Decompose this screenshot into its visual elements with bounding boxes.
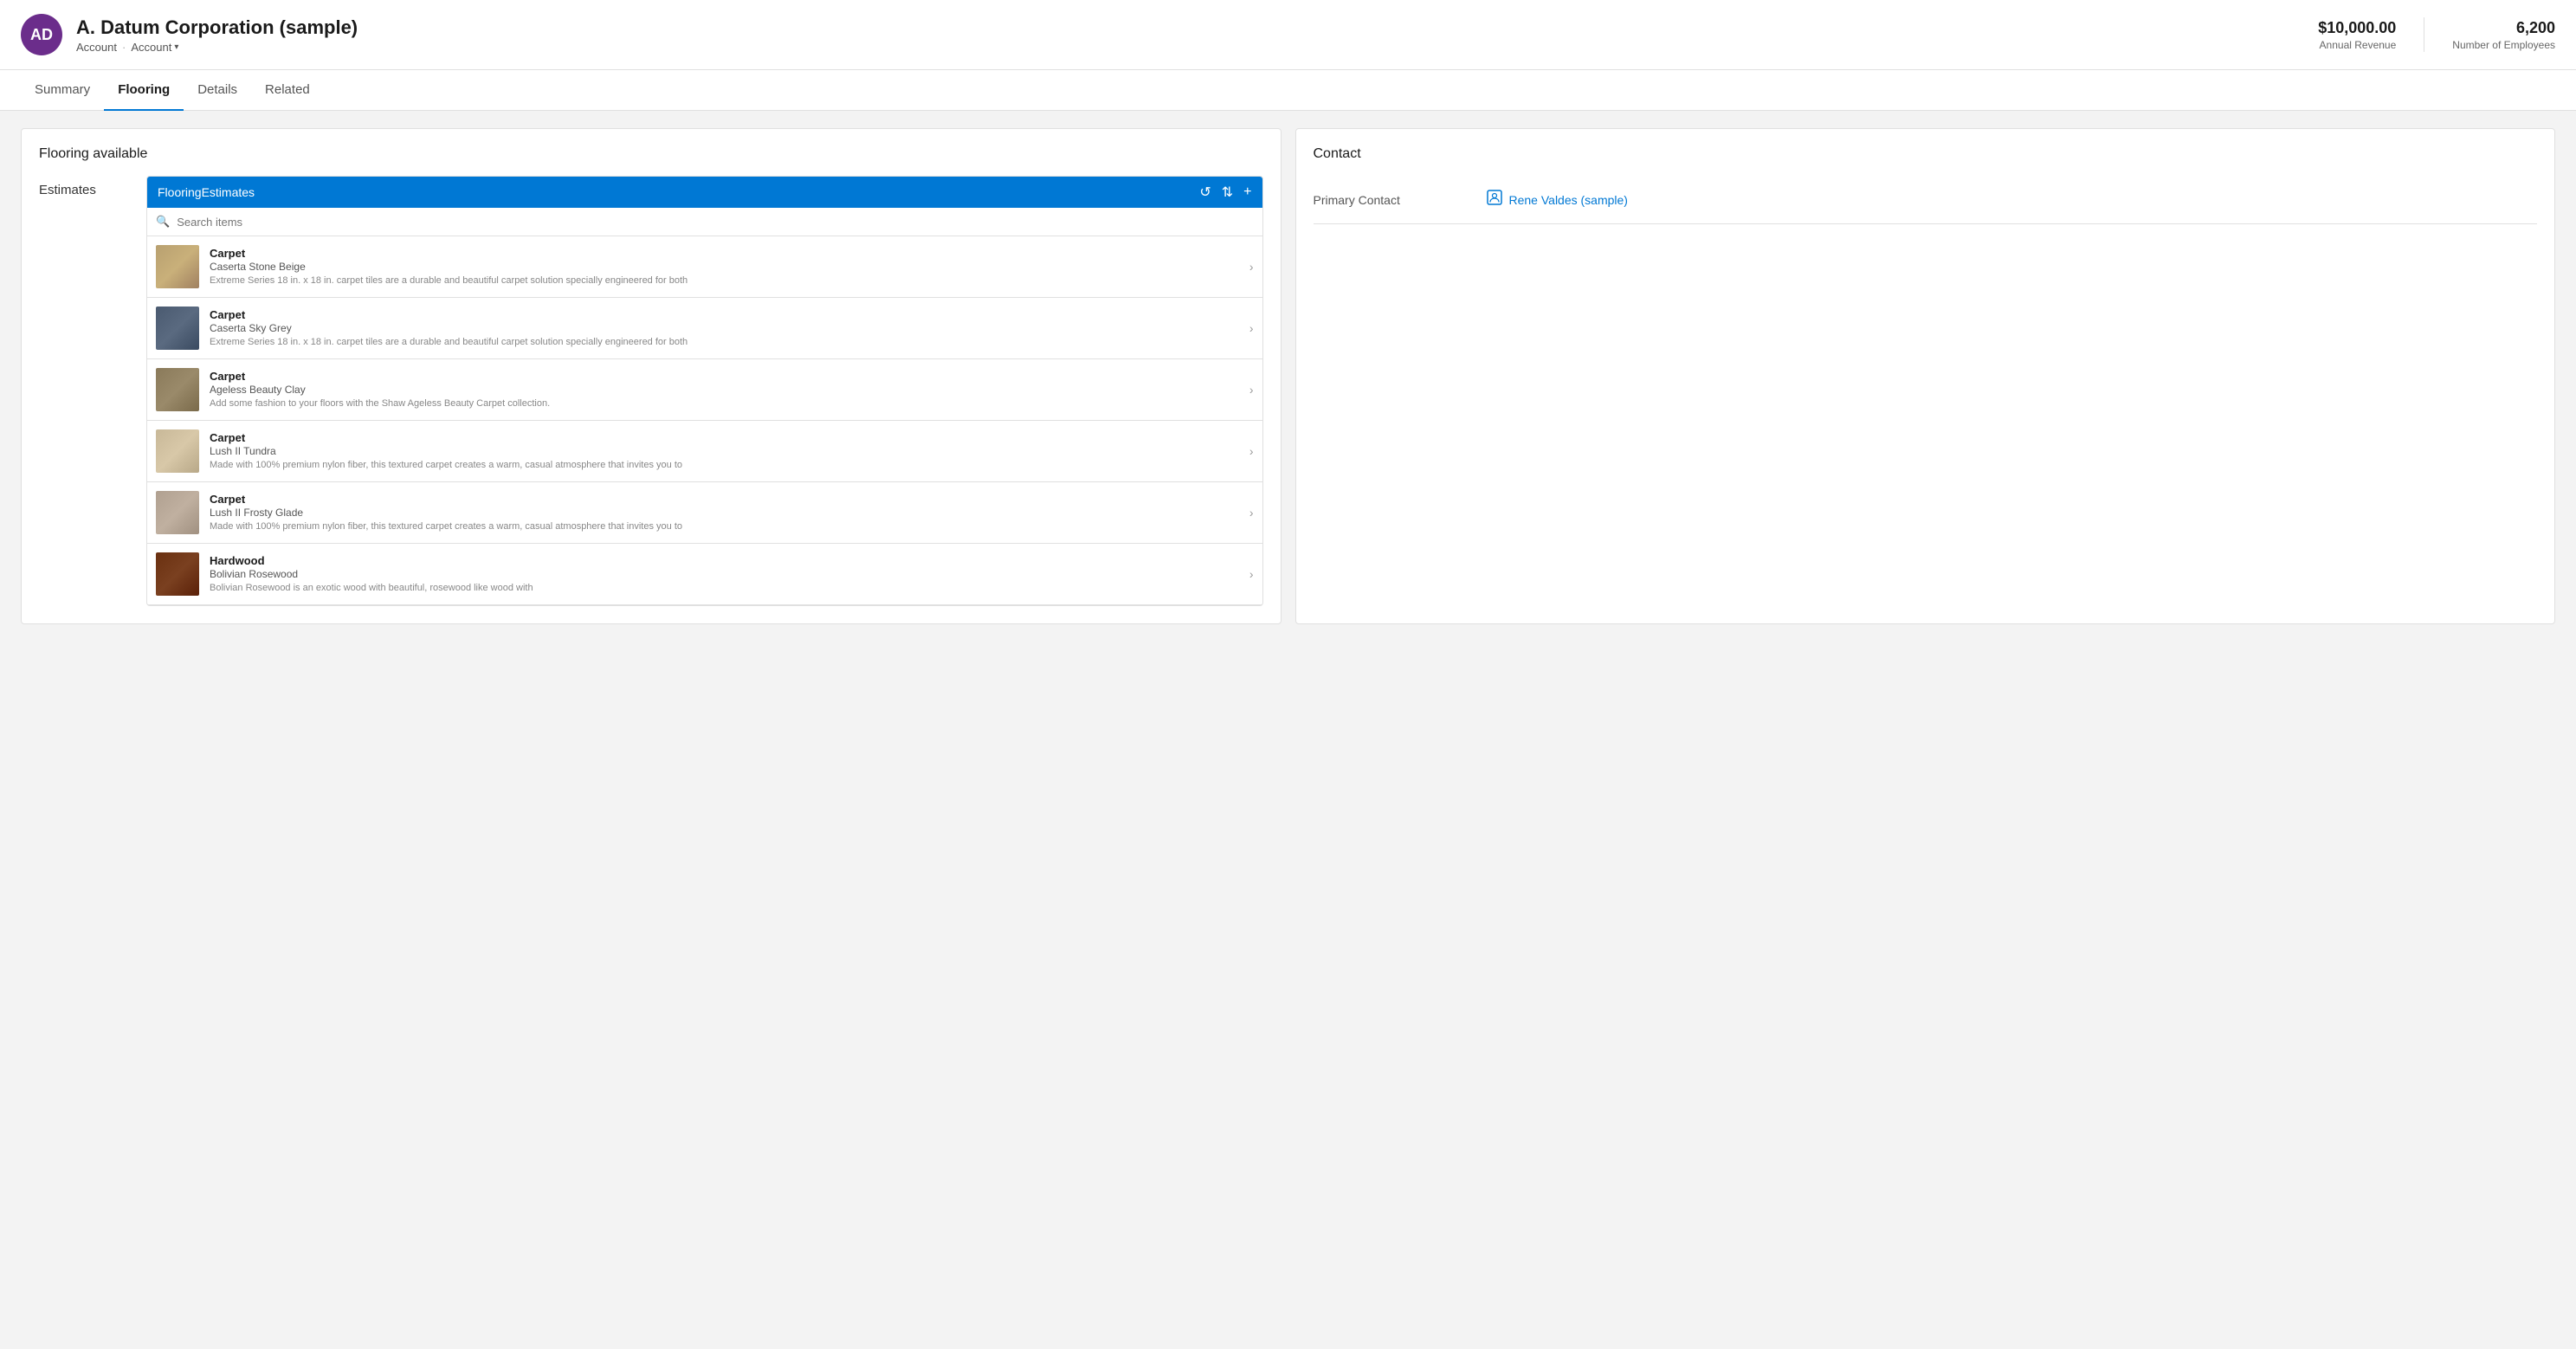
- employees-label: Number of Employees: [2452, 39, 2555, 51]
- tab-related[interactable]: Related: [251, 70, 324, 111]
- item-type: Carpet: [210, 308, 1239, 321]
- list-item[interactable]: Carpet Lush II Tundra Made with 100% pre…: [147, 421, 1262, 482]
- item-info: Hardwood Bolivian Rosewood Bolivian Rose…: [210, 554, 1239, 594]
- item-name: Lush II Frosty Glade: [210, 507, 1239, 519]
- avatar: AD: [21, 14, 62, 55]
- item-thumbnail: [156, 429, 199, 473]
- primary-contact-row: Primary Contact Rene Valdes (sample): [1314, 176, 2538, 224]
- item-desc: Made with 100% premium nylon fiber, this…: [210, 520, 1239, 532]
- item-name: Lush II Tundra: [210, 445, 1239, 457]
- item-desc: Bolivian Rosewood is an exotic wood with…: [210, 582, 1239, 594]
- list-item[interactable]: Carpet Lush II Frosty Glade Made with 10…: [147, 482, 1262, 544]
- breadcrumb-separator: ·: [122, 41, 126, 54]
- tab-details[interactable]: Details: [184, 70, 251, 111]
- item-type: Hardwood: [210, 554, 1239, 567]
- primary-contact-label: Primary Contact: [1314, 193, 1487, 207]
- breadcrumb-account-type: Account: [131, 41, 171, 54]
- search-icon: 🔍: [156, 215, 170, 229]
- chevron-right-icon: ›: [1249, 506, 1254, 520]
- contact-icon: [1487, 190, 1502, 210]
- flooring-card: Flooring available Estimates FlooringEst…: [21, 128, 1282, 624]
- item-thumbnail: [156, 552, 199, 596]
- breadcrumb-dropdown[interactable]: Account ▾: [131, 41, 178, 54]
- content-grid: Flooring available Estimates FlooringEst…: [21, 128, 2555, 624]
- company-name: A. Datum Corporation (sample): [76, 16, 2318, 39]
- sort-button[interactable]: ⇅: [1222, 184, 1233, 201]
- tab-summary[interactable]: Summary: [21, 70, 104, 111]
- chevron-right-icon: ›: [1249, 444, 1254, 458]
- annual-revenue-label: Annual Revenue: [2318, 39, 2396, 51]
- annual-revenue-stat: $10,000.00 Annual Revenue: [2318, 19, 2396, 51]
- tab-flooring[interactable]: Flooring: [104, 70, 184, 111]
- item-thumbnail: [156, 491, 199, 534]
- header: AD A. Datum Corporation (sample) Account…: [0, 0, 2576, 70]
- list-item[interactable]: Carpet Ageless Beauty Clay Add some fash…: [147, 359, 1262, 421]
- flooring-estimates-label: Estimates: [39, 176, 126, 606]
- contact-value: Rene Valdes (sample): [1487, 190, 1628, 210]
- employees-stat: 6,200 Number of Employees: [2452, 19, 2555, 51]
- nav-tabs: Summary Flooring Details Related: [0, 70, 2576, 111]
- item-name: Caserta Sky Grey: [210, 322, 1239, 334]
- item-type: Carpet: [210, 493, 1239, 506]
- list-item[interactable]: Hardwood Bolivian Rosewood Bolivian Rose…: [147, 544, 1262, 605]
- widget-header: FlooringEstimates ↺ ⇅ +: [147, 177, 1262, 208]
- refresh-button[interactable]: ↺: [1199, 184, 1211, 201]
- item-desc: Extreme Series 18 in. x 18 in. carpet ti…: [210, 336, 1239, 348]
- chevron-right-icon: ›: [1249, 567, 1254, 581]
- flooring-card-body: Estimates FlooringEstimates ↺ ⇅ +: [39, 176, 1263, 606]
- contact-card-title: Contact: [1314, 146, 2538, 162]
- header-stats: $10,000.00 Annual Revenue 6,200 Number o…: [2318, 17, 2555, 52]
- item-name: Bolivian Rosewood: [210, 568, 1239, 580]
- widget-title: FlooringEstimates: [158, 185, 255, 199]
- item-desc: Made with 100% premium nylon fiber, this…: [210, 459, 1239, 471]
- item-info: Carpet Lush II Frosty Glade Made with 10…: [210, 493, 1239, 532]
- item-name: Caserta Stone Beige: [210, 261, 1239, 273]
- search-container: 🔍: [147, 208, 1262, 236]
- employees-value: 6,200: [2452, 19, 2555, 37]
- widget-actions: ↺ ⇅ +: [1199, 184, 1251, 201]
- item-info: Carpet Caserta Sky Grey Extreme Series 1…: [210, 308, 1239, 348]
- item-thumbnail: [156, 307, 199, 350]
- item-type: Carpet: [210, 431, 1239, 444]
- list-item[interactable]: Carpet Caserta Sky Grey Extreme Series 1…: [147, 298, 1262, 359]
- chevron-right-icon: ›: [1249, 321, 1254, 335]
- item-info: Carpet Lush II Tundra Made with 100% pre…: [210, 431, 1239, 471]
- item-info: Carpet Caserta Stone Beige Extreme Serie…: [210, 247, 1239, 287]
- chevron-right-icon: ›: [1249, 260, 1254, 274]
- item-thumbnail: [156, 245, 199, 288]
- search-input[interactable]: [177, 216, 1253, 229]
- contact-card: Contact Primary Contact Rene Valdes (sam…: [1295, 128, 2556, 624]
- breadcrumb: Account · Account ▾: [76, 41, 2318, 54]
- flooring-list: Carpet Caserta Stone Beige Extreme Serie…: [147, 236, 1262, 605]
- annual-revenue-value: $10,000.00: [2318, 19, 2396, 37]
- app-container: AD A. Datum Corporation (sample) Account…: [0, 0, 2576, 1349]
- flooring-widget: FlooringEstimates ↺ ⇅ + 🔍: [146, 176, 1263, 606]
- item-info: Carpet Ageless Beauty Clay Add some fash…: [210, 370, 1239, 410]
- chevron-right-icon: ›: [1249, 383, 1254, 397]
- flooring-card-title: Flooring available: [39, 146, 1263, 162]
- contact-link[interactable]: Rene Valdes (sample): [1509, 193, 1628, 207]
- item-desc: Extreme Series 18 in. x 18 in. carpet ti…: [210, 274, 1239, 287]
- item-type: Carpet: [210, 247, 1239, 260]
- item-desc: Add some fashion to your floors with the…: [210, 397, 1239, 410]
- item-name: Ageless Beauty Clay: [210, 384, 1239, 396]
- header-info: A. Datum Corporation (sample) Account · …: [76, 16, 2318, 54]
- chevron-down-icon: ▾: [174, 42, 178, 52]
- main-content: Flooring available Estimates FlooringEst…: [0, 111, 2576, 1349]
- add-item-button[interactable]: +: [1243, 184, 1251, 200]
- item-thumbnail: [156, 368, 199, 411]
- breadcrumb-account[interactable]: Account: [76, 41, 117, 54]
- item-type: Carpet: [210, 370, 1239, 383]
- list-item[interactable]: Carpet Caserta Stone Beige Extreme Serie…: [147, 236, 1262, 298]
